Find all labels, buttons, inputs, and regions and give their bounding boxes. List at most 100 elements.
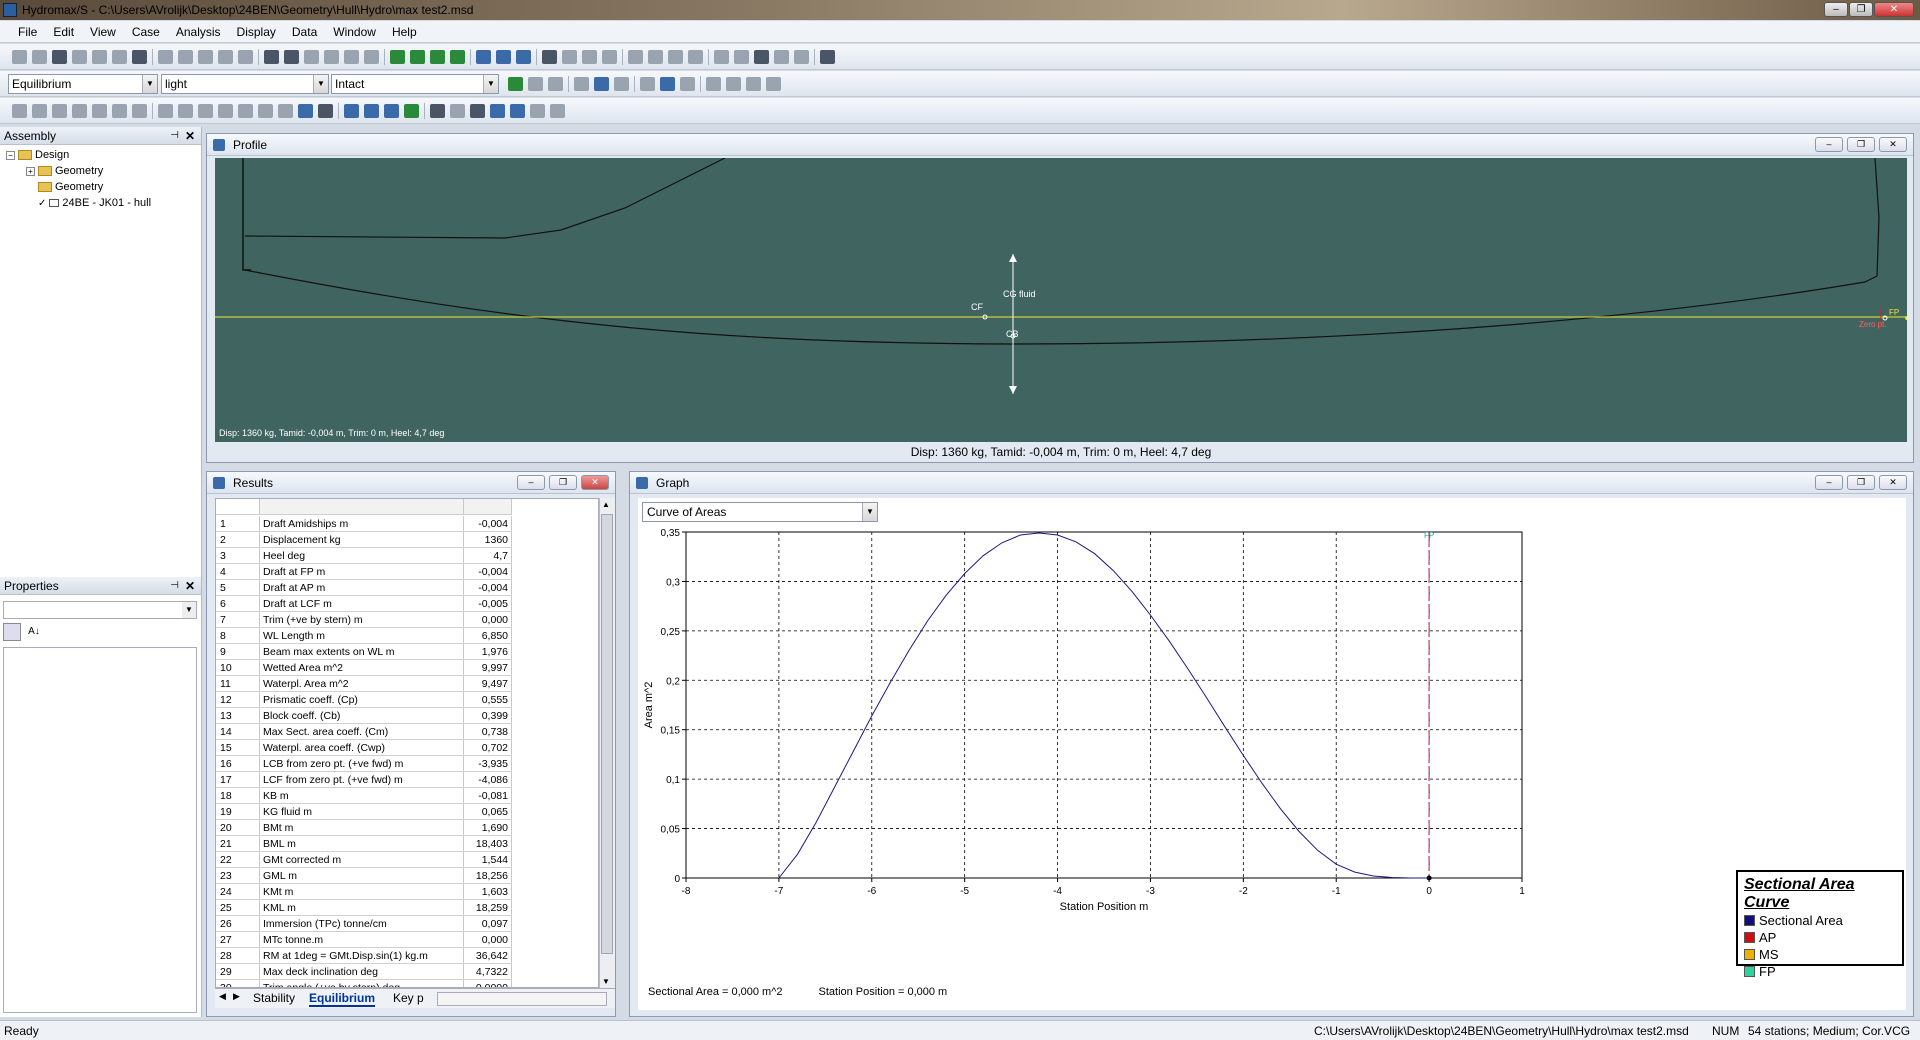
calculator-icon[interactable]	[774, 50, 789, 64]
table-row[interactable]: 3 Heel deg 4,7	[216, 548, 512, 564]
table-row[interactable]: 19 KG fluid m 0,065	[216, 804, 512, 820]
wave-icon[interactable]	[640, 77, 655, 91]
stop-icon[interactable]	[548, 77, 563, 91]
ship5-icon[interactable]	[490, 104, 505, 118]
table-row[interactable]: 6 Draft at LCF m -0,005	[216, 596, 512, 612]
tanks-icon[interactable]	[158, 104, 173, 118]
collapse-icon[interactable]: −	[6, 150, 15, 160]
disabled2-icon[interactable]	[726, 77, 741, 91]
paste-icon[interactable]	[112, 50, 127, 64]
tab-stability[interactable]: Stability	[253, 991, 295, 1005]
chevron-down-icon[interactable]: ▼	[182, 602, 196, 618]
globe-icon[interactable]	[298, 104, 313, 118]
report-icon[interactable]	[602, 50, 617, 64]
minimize-button[interactable]: –	[1815, 137, 1843, 152]
rotate-icon[interactable]	[344, 50, 359, 64]
compartment4-icon[interactable]	[238, 104, 253, 118]
minimize-button[interactable]: –	[517, 475, 545, 490]
sort-icon[interactable]	[198, 50, 213, 64]
loadcase-select[interactable]: light ▼	[161, 74, 329, 94]
chevron-down-icon[interactable]: ▼	[142, 75, 157, 93]
zoom-out-icon[interactable]	[284, 50, 299, 64]
menu-analysis[interactable]: Analysis	[168, 25, 229, 39]
window-icon[interactable]	[542, 50, 557, 64]
damage-case-select[interactable]: Intact ▼	[331, 74, 499, 94]
close-button[interactable]: ✕	[1879, 137, 1907, 152]
water-icon[interactable]	[660, 77, 675, 91]
restore-button[interactable]: ❐	[1849, 2, 1873, 17]
table-row[interactable]: 23 GML m 18,256	[216, 868, 512, 884]
ship7-icon[interactable]	[530, 104, 545, 118]
sphere-icon[interactable]	[12, 104, 27, 118]
close-icon[interactable]: ✕	[185, 577, 195, 595]
maximize-button[interactable]: ❐	[549, 475, 577, 490]
diamond-icon[interactable]	[734, 50, 749, 64]
layout3-icon[interactable]	[516, 50, 531, 64]
list-icon[interactable]	[430, 104, 445, 118]
ship6-icon[interactable]	[510, 104, 525, 118]
table-row[interactable]: 9 Beam max extents on WL m 1,976	[216, 644, 512, 660]
profile-view[interactable]: CF CG fluid CB Zero pt. FP Disp: 1360 kg…	[215, 157, 1909, 442]
table-row[interactable]: 16 LCB from zero pt. (+ve fwd) m -3,935	[216, 756, 512, 772]
start-analysis-icon[interactable]	[508, 77, 523, 91]
zoom-in-icon[interactable]	[264, 50, 279, 64]
compartment5-icon[interactable]	[258, 104, 273, 118]
tree-item-hull[interactable]: ✓ 24BE - JK01 - hull	[38, 197, 151, 209]
properties-object-select[interactable]: ▼	[3, 601, 197, 619]
cb-icon[interactable]	[470, 104, 485, 118]
results-scrollbar[interactable]: ▲ ▼	[599, 498, 615, 988]
tree-item-geometry[interactable]: + Geometry	[26, 165, 103, 177]
columns-icon[interactable]	[218, 50, 233, 64]
layout2-icon[interactable]	[496, 50, 511, 64]
graph-type-select[interactable]: Curve of Areas ▼	[642, 502, 878, 522]
chart-icon[interactable]	[582, 50, 597, 64]
minimize-button[interactable]: –	[1815, 475, 1843, 490]
disabled1-icon[interactable]	[706, 77, 721, 91]
tab-scroll-right-icon[interactable]: ▶	[233, 991, 240, 1002]
categorized-icon[interactable]	[3, 623, 21, 641]
view-profile-icon[interactable]	[410, 50, 425, 64]
table-row[interactable]: 14 Max Sect. area coeff. (Cm) 0,738	[216, 724, 512, 740]
pencil-icon[interactable]	[450, 104, 465, 118]
scroll-thumb[interactable]	[601, 514, 613, 954]
tab-equilibrium[interactable]: Equilibrium	[309, 991, 375, 1007]
compartment2-icon[interactable]	[198, 104, 213, 118]
funnel-icon[interactable]	[52, 104, 67, 118]
open-file-icon[interactable]	[32, 50, 47, 64]
tabs-hscroll[interactable]	[437, 992, 607, 1006]
table-row[interactable]: 1 Draft Amidships m -0,004	[216, 516, 512, 532]
table-row[interactable]: 11 Waterpl. Area m^2 9,497	[216, 676, 512, 692]
weight-icon[interactable]	[92, 104, 107, 118]
table-row[interactable]: 30 Trim angle (+ve by stern) deg 0,0000	[216, 980, 512, 987]
text-icon[interactable]	[754, 50, 769, 64]
table-row[interactable]: 28 RM at 1deg = GMt.Disp.sin(1) kg.m 36,64…	[216, 948, 512, 964]
grid3-icon[interactable]	[688, 50, 703, 64]
arrow-right-icon[interactable]	[112, 104, 127, 118]
curve-of-areas-chart[interactable]: -8 -7 -6 -5 -4 -3 -2 -1 0 1 0 0,05 0,1 0,15 0,2 0,25 0,3…	[638, 526, 1906, 982]
ship4-icon[interactable]	[404, 104, 419, 118]
table-row[interactable]: 24 KMt m 1,603	[216, 884, 512, 900]
table-row[interactable]: 5 Draft at AP m -0,004	[216, 580, 512, 596]
menu-view[interactable]: View	[82, 25, 124, 39]
table-row[interactable]: 13 Block coeff. (Cb) 0,399	[216, 708, 512, 724]
table-row[interactable]: 10 Wetted Area m^2 9,997	[216, 660, 512, 676]
ship8-icon[interactable]	[550, 104, 565, 118]
save-icon[interactable]	[52, 50, 67, 64]
sort-alpha-icon[interactable]: A↓	[25, 623, 43, 641]
shape-icon[interactable]	[714, 50, 729, 64]
table-icon[interactable]	[158, 50, 173, 64]
table-row[interactable]: 12 Prismatic coeff. (Cp) 0,555	[216, 692, 512, 708]
menu-help[interactable]: Help	[384, 25, 425, 39]
select-icon[interactable]	[364, 50, 379, 64]
home-view-icon[interactable]	[324, 50, 339, 64]
menu-edit[interactable]: Edit	[45, 25, 82, 39]
ship1-icon[interactable]	[344, 104, 359, 118]
points-icon[interactable]	[680, 77, 695, 91]
table-row[interactable]: 15 Waterpl. area coeff. (Cwp) 0,702	[216, 740, 512, 756]
chevron-down-icon[interactable]: ▼	[313, 75, 328, 93]
measure-icon[interactable]	[628, 50, 643, 64]
grid2-icon[interactable]	[668, 50, 683, 64]
hull-icon[interactable]	[594, 77, 609, 91]
tab-key-points[interactable]: Key p	[393, 991, 424, 1005]
print-icon[interactable]	[132, 50, 147, 64]
